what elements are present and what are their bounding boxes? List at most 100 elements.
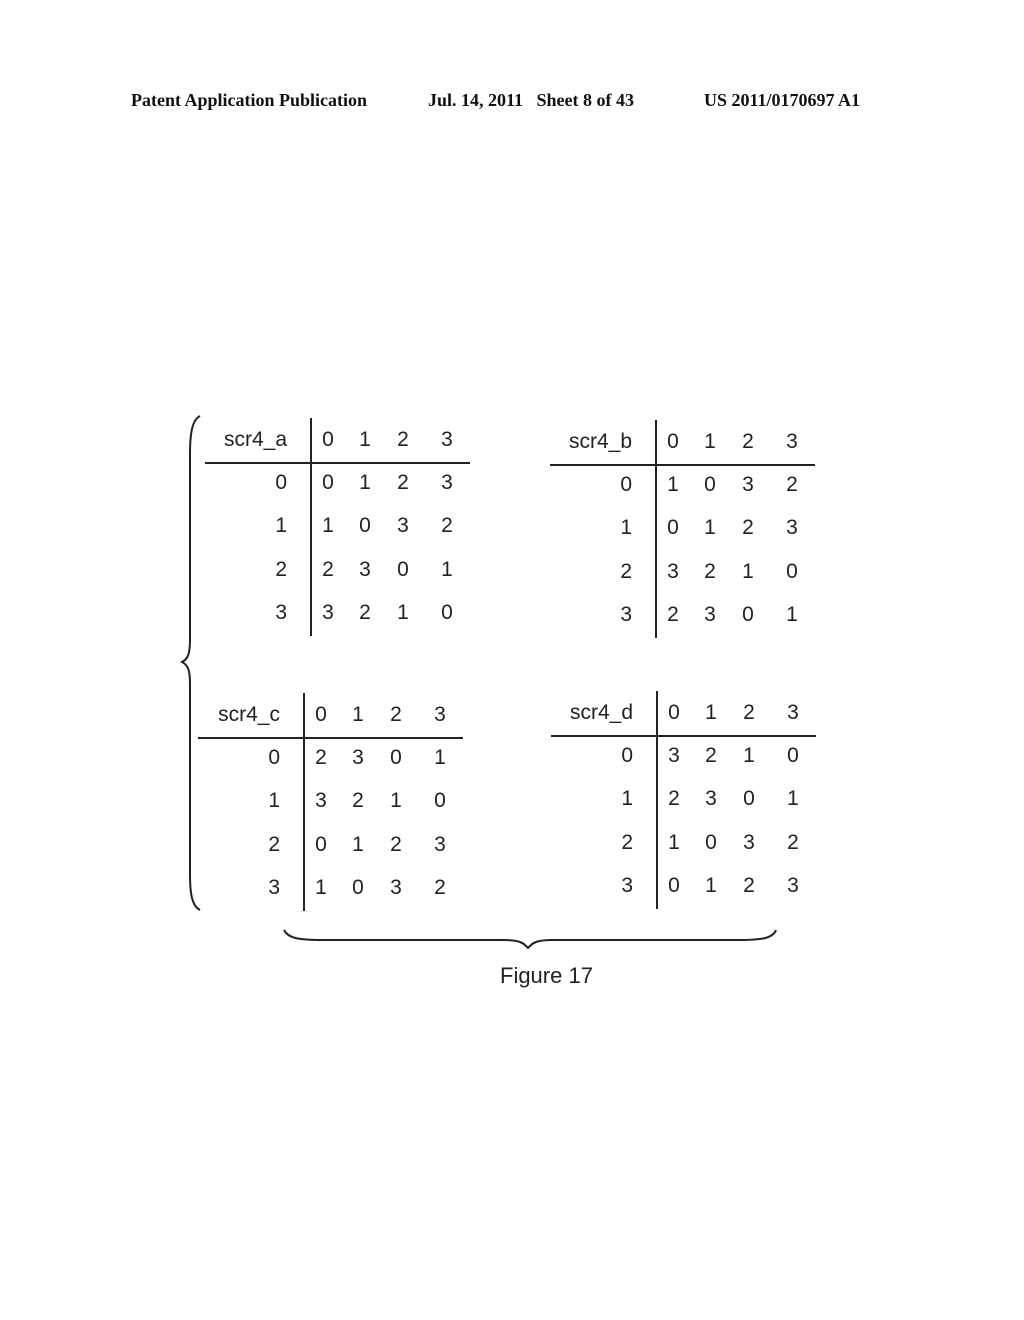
table-cell: 0 [441,601,453,624]
table-cell: 3 [441,471,453,494]
table-cell: 0 [742,603,754,626]
publication-label: Patent Application Publication [131,90,368,110]
table-cell: 2 [743,874,755,897]
table-cell: 1 [742,560,754,583]
table-cell: 2 [322,558,334,581]
row-header: 2 [268,833,280,856]
table-cell: 3 [390,876,402,899]
table-cell: 3 [315,789,327,812]
table-cell: 0 [315,833,327,856]
column-header: 1 [352,703,364,726]
header-divider [198,737,463,739]
table-cell: 1 [390,789,402,812]
bottom-brace [283,929,777,950]
table-cell: 2 [668,787,680,810]
table-cell: 1 [322,514,334,537]
column-header: 2 [742,430,754,453]
column-header: 3 [787,701,799,724]
column-header: 2 [390,703,402,726]
table-cell: 0 [434,789,446,812]
column-header: 1 [704,430,716,453]
table-cell: 3 [352,746,364,769]
table-cell: 1 [667,473,679,496]
table-cell: 0 [322,471,334,494]
row-header: 1 [621,787,633,810]
table-cell: 0 [786,560,798,583]
row-header: 3 [620,603,632,626]
table-cell: 2 [315,746,327,769]
row-header: 3 [621,874,633,897]
table-cell: 0 [397,558,409,581]
table-cell: 0 [704,473,716,496]
table-cell: 0 [743,787,755,810]
table-cell: 0 [705,831,717,854]
row-header: 2 [621,831,633,854]
table-name: scr4_c [218,703,280,726]
table-cell: 3 [322,601,334,624]
row-header: 3 [275,601,287,624]
table-cell: 1 [397,601,409,624]
table-cell: 2 [667,603,679,626]
table-cell: 1 [352,833,364,856]
table-name: scr4_b [568,430,632,453]
column-divider [310,418,312,636]
table-cell: 2 [359,601,371,624]
column-divider [655,420,657,638]
table-cell: 1 [441,558,453,581]
table-cell: 3 [787,874,799,897]
table-cell: 2 [786,473,798,496]
column-header: 0 [315,703,327,726]
table-cell: 3 [668,744,680,767]
table-cell: 0 [390,746,402,769]
publication-date-sheet: Jul. 14, 2011 Sheet 8 of 43 [428,90,635,110]
table-cell: 2 [390,833,402,856]
row-header: 3 [268,876,280,899]
column-header: 3 [786,430,798,453]
table-cell: 3 [704,603,716,626]
table-cell: 1 [434,746,446,769]
row-header: 1 [620,516,632,539]
column-divider [303,693,305,911]
table-cell: 3 [434,833,446,856]
table-cell: 1 [787,787,799,810]
table-cell: 2 [742,516,754,539]
table-cell: 0 [667,516,679,539]
table-cell: 3 [705,787,717,810]
table-cell: 0 [668,874,680,897]
column-header: 3 [441,428,453,451]
header-divider [550,464,815,466]
header-divider [205,462,470,464]
table-cell: 3 [786,516,798,539]
table-cell: 1 [704,516,716,539]
table-cell: 1 [668,831,680,854]
table-cell: 3 [743,831,755,854]
table-cell: 1 [743,744,755,767]
row-header: 0 [275,471,287,494]
row-header: 0 [268,746,280,769]
table-cell: 3 [397,514,409,537]
table-cell: 2 [352,789,364,812]
table-cell: 2 [704,560,716,583]
table-cell: 2 [434,876,446,899]
row-header: 2 [620,560,632,583]
column-header: 0 [668,701,680,724]
table-cell: 1 [705,874,717,897]
row-header: 1 [275,514,287,537]
row-header: 0 [620,473,632,496]
table-cell: 1 [359,471,371,494]
figure-caption: Figure 17 [500,963,593,988]
header-divider [551,735,816,737]
column-header: 0 [322,428,334,451]
row-header: 2 [275,558,287,581]
column-header: 2 [397,428,409,451]
table-cell: 3 [359,558,371,581]
column-divider [656,691,658,909]
column-header: 2 [743,701,755,724]
column-header: 3 [434,703,446,726]
publication-number: US 2011/0170697 A1 [704,90,861,110]
table-cell: 3 [742,473,754,496]
row-header: 1 [268,789,280,812]
table-name: scr4_a [223,428,287,451]
table-cell: 0 [787,744,799,767]
table-cell: 0 [359,514,371,537]
